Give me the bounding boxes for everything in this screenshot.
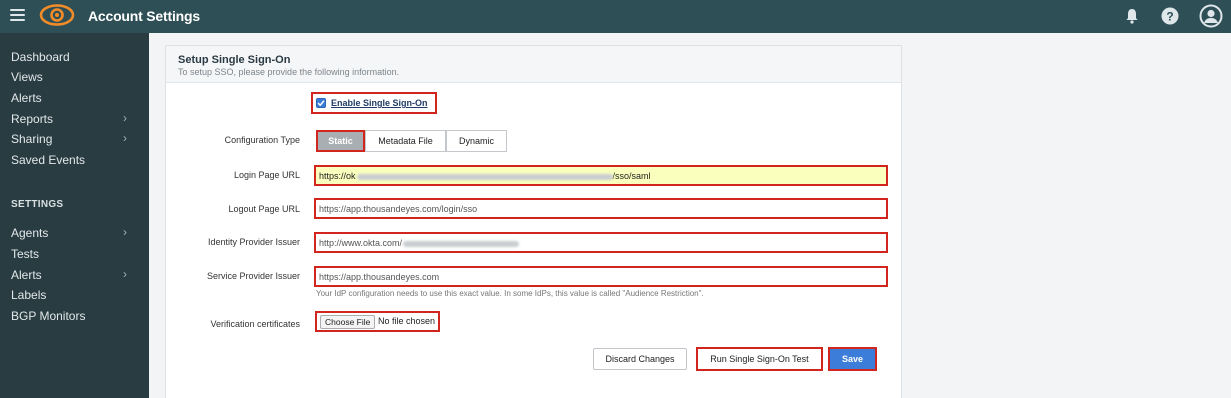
settings-heading: SETTINGS (11, 199, 64, 210)
chevron-right-icon[interactable]: › (123, 267, 127, 281)
login-url-prefix: https://ok (319, 171, 356, 181)
cert-file-highlight: Choose File No file chosen (315, 311, 440, 332)
idp-issuer-prefix: http://www.okta.com/ (319, 238, 403, 248)
sidebar: Dashboard Views Alerts Reports › Sharing… (0, 33, 149, 398)
panel-header: Setup Single Sign-On To setup SSO, pleas… (166, 46, 901, 83)
top-bar: Account Settings ? (0, 0, 1231, 33)
panel-subtitle: To setup SSO, please provide the followi… (178, 67, 400, 77)
sso-panel: Setup Single Sign-On To setup SSO, pleas… (165, 45, 902, 398)
sidebar-item-tests[interactable]: Tests (11, 247, 39, 261)
sidebar-item-views[interactable]: Views (11, 70, 43, 84)
login-url-suffix: /sso/saml (612, 171, 651, 181)
choose-file-button[interactable]: Choose File (320, 315, 376, 329)
login-url-input[interactable]: https://ok/sso/saml (314, 165, 888, 186)
sp-issuer-hint: Your IdP configuration needs to use this… (316, 289, 704, 298)
cert-label: Verification certificates (210, 319, 300, 329)
enable-sso-highlight: Enable Single Sign-On (311, 92, 437, 114)
sidebar-item-alerts[interactable]: Alerts (11, 91, 42, 105)
hamburger-icon[interactable] (10, 9, 25, 22)
sp-issuer-input[interactable]: https://app.thousandeyes.com (314, 266, 888, 287)
logout-url-input[interactable]: https://app.thousandeyes.com/login/sso (314, 198, 888, 219)
config-dynamic-button[interactable]: Dynamic (446, 130, 507, 152)
chevron-right-icon[interactable]: › (123, 111, 127, 125)
user-avatar-icon[interactable] (1199, 4, 1223, 28)
sp-issuer-label: Service Provider Issuer (206, 271, 300, 281)
login-url-label: Login Page URL (233, 170, 300, 180)
discard-changes-button[interactable]: Discard Changes (593, 348, 687, 370)
panel-title: Setup Single Sign-On (178, 54, 291, 66)
idp-issuer-label: Identity Provider Issuer (207, 237, 300, 247)
sidebar-item-sharing[interactable]: Sharing (11, 132, 52, 146)
logout-url-label: Logout Page URL (228, 204, 300, 214)
chevron-right-icon[interactable]: › (123, 225, 127, 239)
sidebar-item-settings-alerts[interactable]: Alerts (11, 268, 42, 282)
idp-issuer-input[interactable]: http://www.okta.com/ (314, 232, 888, 253)
sidebar-item-bgp-monitors[interactable]: BGP Monitors (11, 309, 85, 323)
config-metadata-file-button[interactable]: Metadata File (365, 130, 446, 152)
enable-sso-label[interactable]: Enable Single Sign-On (331, 98, 428, 108)
sidebar-item-dashboard[interactable]: Dashboard (11, 50, 70, 64)
svg-text:?: ? (1166, 10, 1173, 24)
bell-icon[interactable] (1125, 8, 1139, 24)
sidebar-item-labels[interactable]: Labels (11, 288, 46, 302)
sidebar-item-saved-events[interactable]: Saved Events (11, 153, 85, 167)
config-type-label: Configuration Type (224, 135, 300, 145)
help-icon[interactable]: ? (1161, 7, 1179, 25)
no-file-label: No file chosen (378, 316, 436, 326)
sidebar-item-agents[interactable]: Agents (11, 226, 48, 240)
run-sso-test-button[interactable]: Run Single Sign-On Test (696, 347, 823, 371)
sidebar-item-reports[interactable]: Reports (11, 112, 53, 126)
chevron-right-icon[interactable]: › (123, 131, 127, 145)
enable-sso-checkbox[interactable] (316, 98, 326, 108)
save-button[interactable]: Save (828, 347, 877, 371)
eye-logo-icon[interactable] (39, 3, 75, 27)
config-static-button[interactable]: Static (316, 130, 365, 152)
page-title: Account Settings (88, 8, 200, 24)
